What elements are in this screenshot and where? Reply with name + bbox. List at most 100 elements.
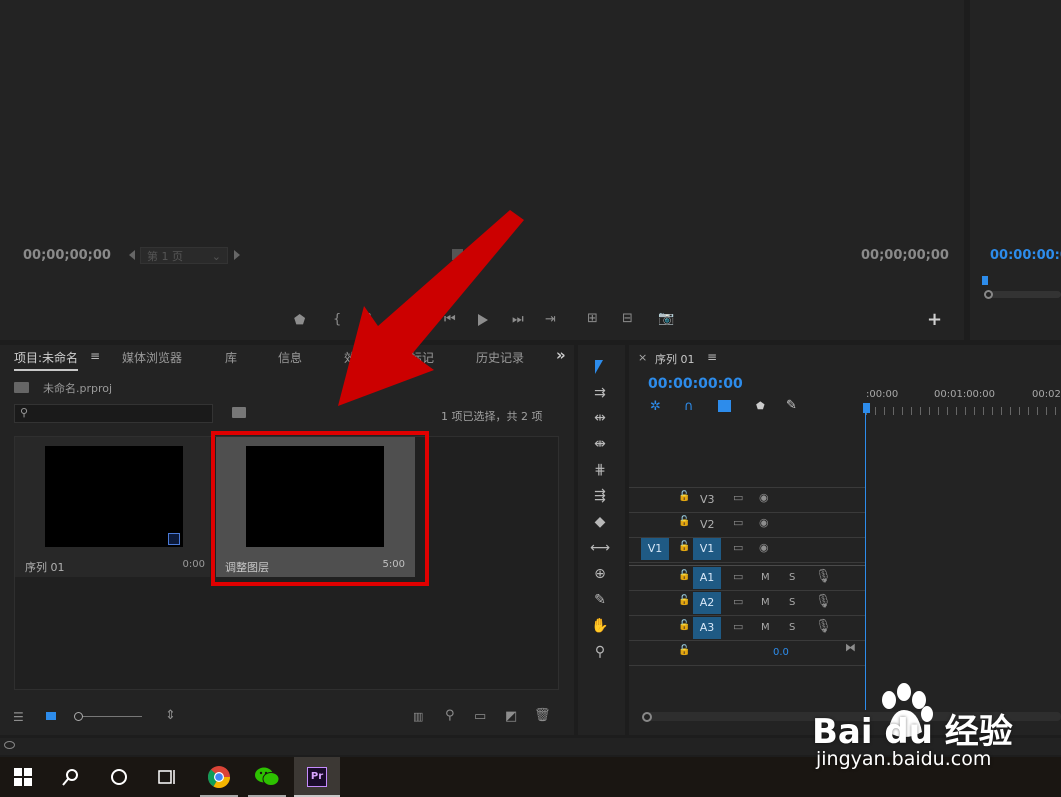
timeline-timecode[interactable]: 00:00:00:00	[648, 376, 743, 392]
razor-tool-icon[interactable]: ⇶	[590, 489, 610, 503]
type-tool-icon[interactable]: ⚲	[590, 645, 610, 659]
source-patch-v1[interactable]: V1	[641, 538, 669, 560]
camera-icon[interactable]: 📷	[658, 312, 674, 325]
lock-icon[interactable]: 🔓	[678, 596, 690, 606]
tab-menu-icon[interactable]: ≡	[90, 349, 100, 363]
source-timecode-left[interactable]: 00;00;00;00	[23, 248, 111, 263]
lock-icon[interactable]: 🔓	[678, 542, 690, 552]
time-ruler[interactable]	[866, 407, 1061, 415]
trash-icon[interactable]: 🗑	[534, 709, 551, 722]
microphone-icon[interactable]: 🎙	[815, 595, 832, 608]
rolling-edit-tool-icon[interactable]: ⇼	[590, 437, 610, 451]
sync-lock-icon[interactable]: ▭	[733, 621, 743, 632]
eye-icon[interactable]: ◉	[759, 542, 769, 553]
page-next-icon[interactable]	[234, 250, 240, 260]
wechat-button[interactable]	[244, 757, 290, 797]
task-view-button[interactable]	[144, 757, 190, 797]
sync-lock-icon[interactable]: ▭	[733, 596, 743, 607]
selection-tool-icon[interactable]	[595, 360, 603, 374]
sync-lock-icon[interactable]: ▭	[733, 492, 743, 503]
premiere-button[interactable]: Pr	[294, 757, 340, 797]
tab-project[interactable]: 项目:未命名	[14, 349, 79, 371]
page-select[interactable]: 第 1 页 ⌄	[140, 247, 228, 264]
find-icon[interactable]: ⚲	[445, 709, 455, 722]
wrench-icon[interactable]: ✎	[786, 398, 797, 413]
track-a2-target[interactable]: A2	[693, 592, 721, 614]
sync-lock-icon[interactable]: ▭	[733, 542, 743, 553]
lock-icon[interactable]: 🔓	[678, 621, 690, 631]
track-v1-target[interactable]: V1	[693, 538, 721, 560]
zoom-slider-handle[interactable]	[74, 712, 83, 721]
icon-view-icon[interactable]	[46, 712, 56, 720]
list-view-icon[interactable]: ☰	[13, 711, 24, 723]
pen-tool-icon[interactable]: ⊕	[590, 567, 610, 581]
search-input[interactable]	[33, 406, 208, 420]
sync-lock-icon[interactable]: ▭	[733, 571, 743, 582]
solo-button[interactable]: S	[789, 622, 795, 633]
mute-button[interactable]: M	[761, 597, 770, 608]
track-a3-target[interactable]: A3	[693, 617, 721, 639]
automate-icon[interactable]: ▥	[413, 711, 423, 722]
new-bin-icon[interactable]: ▭	[474, 710, 486, 723]
start-button[interactable]	[0, 757, 46, 797]
slip-tool-icon[interactable]: ◆	[590, 515, 610, 529]
mute-button[interactable]: M	[761, 572, 770, 583]
page-prev-icon[interactable]	[129, 250, 135, 260]
project-item-sequence[interactable]: 序列 01 0:00	[15, 437, 210, 577]
rate-stretch-tool-icon[interactable]: ⋕	[590, 463, 610, 477]
microphone-icon[interactable]: 🎙	[815, 570, 832, 583]
overwrite-icon[interactable]: ⊟	[622, 312, 633, 325]
zoom-tool-icon[interactable]: ✋	[590, 619, 610, 633]
creative-cloud-icon[interactable]	[4, 741, 15, 749]
slide-tool-icon[interactable]: ⟷	[590, 541, 610, 555]
timeline-menu-icon[interactable]: ≡	[707, 350, 717, 364]
lock-icon[interactable]: 🔓	[678, 492, 690, 502]
nest-icon[interactable]: ✲	[650, 399, 661, 414]
tab-library[interactable]: 库	[225, 349, 237, 366]
track-v3-label[interactable]: V3	[700, 493, 715, 506]
insert-icon[interactable]: ⊞	[587, 312, 598, 325]
sequence-tab[interactable]: 序列 01	[655, 351, 695, 367]
search-button[interactable]	[48, 757, 94, 797]
sort-icon[interactable]: ⇕	[165, 709, 176, 722]
lock-icon[interactable]: 🔓	[678, 571, 690, 581]
find-bin-icon[interactable]	[232, 407, 246, 418]
zoom-slider-track[interactable]	[78, 716, 142, 717]
program-scrollbar[interactable]	[986, 291, 1061, 298]
mute-button[interactable]: M	[761, 622, 770, 633]
tab-info[interactable]: 信息	[278, 349, 302, 366]
new-item-icon[interactable]: ◩	[505, 710, 517, 723]
go-to-out-icon[interactable]: ⇥	[545, 313, 556, 326]
track-a1-target[interactable]: A1	[693, 567, 721, 589]
timeline-scroll-handle[interactable]	[642, 712, 652, 722]
tabs-overflow-icon[interactable]: »	[556, 346, 566, 364]
cortana-button[interactable]	[96, 757, 142, 797]
program-playhead[interactable]	[982, 276, 988, 285]
master-volume[interactable]: 0.0	[773, 647, 789, 658]
project-search-box[interactable]: ⚲	[14, 404, 213, 423]
tab-media-browser[interactable]: 媒体浏览器	[122, 349, 182, 366]
program-timecode[interactable]: 00:00:00:0	[990, 248, 1061, 263]
eye-icon[interactable]: ◉	[759, 517, 769, 528]
track-v2-label[interactable]: V2	[700, 518, 715, 531]
track-select-tool-icon[interactable]: ⇉	[590, 386, 610, 400]
add-marker-icon[interactable]: ⬟	[756, 401, 765, 412]
go-to-edit-icon[interactable]: ⧓	[845, 642, 856, 653]
add-button[interactable]: +	[927, 311, 942, 329]
ripple-edit-tool-icon[interactable]: ⇹	[590, 411, 610, 425]
close-icon[interactable]: ×	[638, 351, 647, 364]
hand-tool-icon[interactable]: ✎	[590, 593, 610, 607]
snap-icon[interactable]: ∩	[684, 399, 694, 414]
playhead-handle[interactable]	[863, 403, 870, 413]
solo-button[interactable]: S	[789, 597, 795, 608]
chrome-button[interactable]	[196, 757, 242, 797]
microphone-icon[interactable]: 🎙	[815, 620, 832, 633]
lock-icon[interactable]: 🔓	[678, 646, 690, 656]
eye-icon[interactable]: ◉	[759, 492, 769, 503]
lock-icon[interactable]: 🔓	[678, 517, 690, 527]
program-scroll-handle[interactable]	[984, 290, 993, 299]
solo-button[interactable]: S	[789, 572, 795, 583]
linked-selection-icon[interactable]	[718, 400, 731, 412]
add-marker-icon[interactable]: ⬟	[294, 314, 305, 327]
sync-lock-icon[interactable]: ▭	[733, 517, 743, 528]
